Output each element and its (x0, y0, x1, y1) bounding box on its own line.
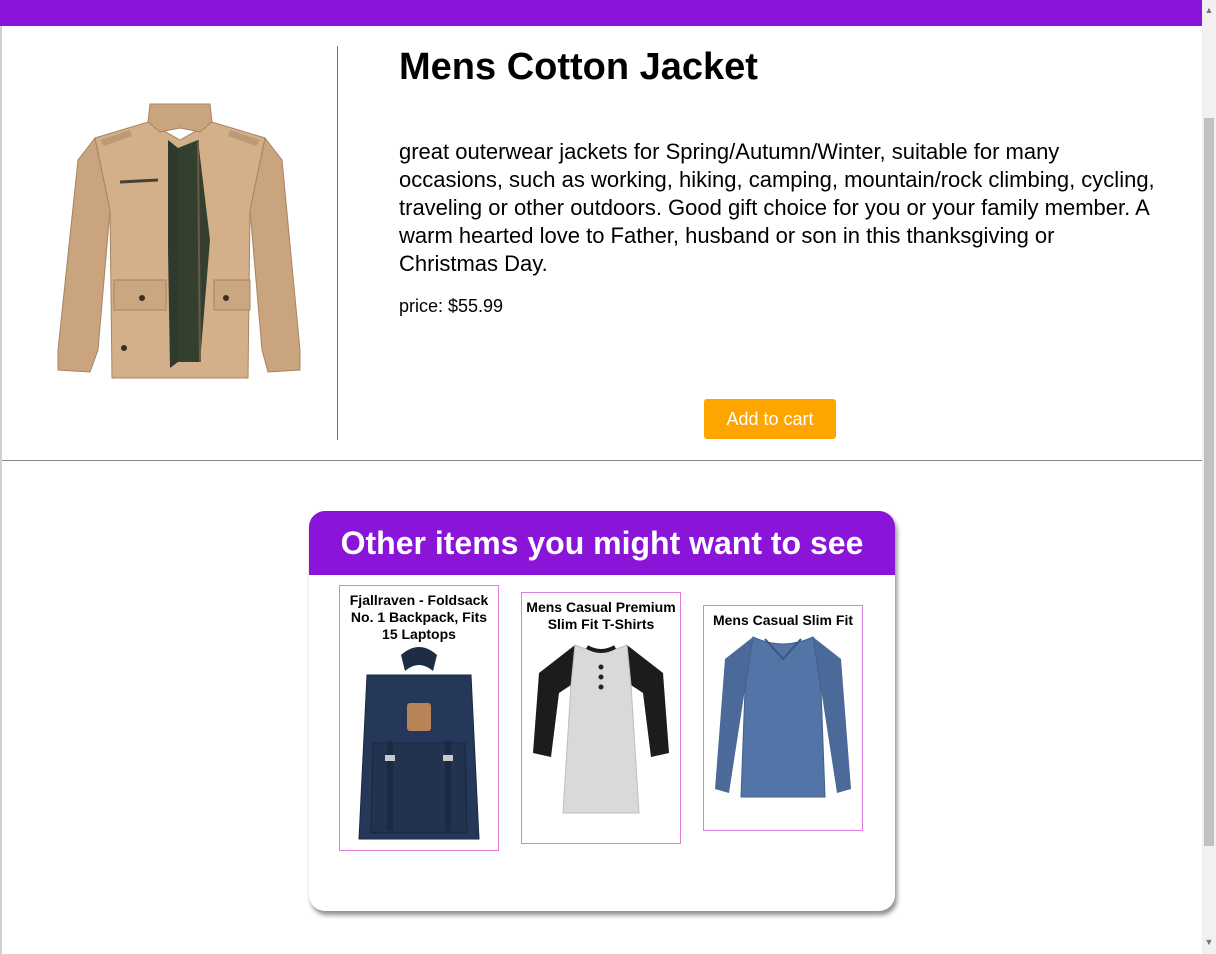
scrollbar-thumb[interactable] (1204, 118, 1214, 846)
vertical-divider (337, 46, 338, 440)
backpack-image (358, 647, 480, 840)
recommendation-title[interactable]: Fjallraven - Foldsack No. 1 Backpack, Fi… (340, 586, 498, 643)
top-header-bar (0, 0, 1202, 26)
window-edge (0, 26, 2, 954)
horizontal-divider (2, 460, 1202, 461)
product-price: price: $55.99 (399, 296, 504, 316)
raglan-tshirt-image (533, 644, 669, 814)
recommendation-title[interactable]: Mens Casual Slim Fit (704, 606, 862, 629)
product-description: great outerwear jackets for Spring/Autum… (399, 139, 1155, 276)
scroll-up-arrow-icon[interactable]: ▲ (1202, 2, 1216, 18)
recommendation-card-backpack[interactable]: Fjallraven - Foldsack No. 1 Backpack, Fi… (339, 585, 499, 851)
long-sleeve-shirt-image (715, 636, 851, 798)
recommendation-card-tshirt[interactable]: Mens Casual Premium Slim Fit T-Shirts (521, 592, 681, 844)
recommendation-card-longsleeve[interactable]: Mens Casual Slim Fit (703, 605, 863, 831)
recommendations-panel: Other items you might want to see Fjallr… (309, 511, 895, 911)
jacket-image (57, 103, 301, 379)
scroll-down-arrow-icon[interactable]: ▼ (1202, 934, 1216, 950)
recommendation-title[interactable]: Mens Casual Premium Slim Fit T-Shirts (522, 593, 680, 633)
recommendations-heading: Other items you might want to see (309, 511, 895, 575)
product-image (50, 100, 310, 385)
add-to-cart-button[interactable]: Add to cart (704, 399, 836, 439)
product-title: Mens Cotton Jacket (399, 46, 758, 88)
vertical-scrollbar[interactable]: ▲ ▼ (1202, 0, 1216, 954)
